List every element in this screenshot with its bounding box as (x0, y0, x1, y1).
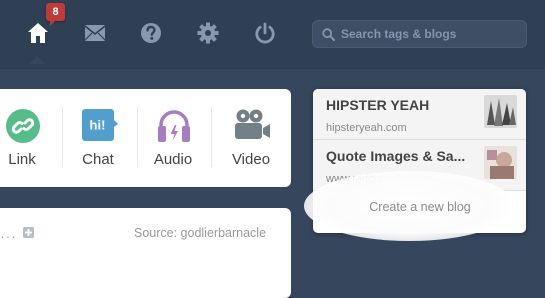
blog-url: hipsteryeah.com (326, 122, 407, 134)
video-camera-icon (235, 109, 270, 139)
link-icon (6, 109, 40, 143)
headphones-icon (158, 110, 190, 142)
gear-icon[interactable] (197, 22, 219, 44)
post-type-label: Chat (82, 151, 114, 168)
blog-item[interactable]: HIPSTER YEAH hipsteryeah.com (313, 89, 526, 140)
plus-icon[interactable] (23, 227, 34, 238)
divider (211, 107, 212, 167)
chat-icon: hi! (82, 109, 118, 141)
post-type-label: Link (8, 151, 36, 168)
chat-icon-glyph: hi! (90, 118, 106, 133)
mail-icon[interactable] (84, 24, 106, 42)
blog-title: HIPSTER YEAH (326, 97, 430, 113)
post-type-chat[interactable]: hi! Chat (62, 89, 134, 187)
power-icon[interactable] (254, 22, 276, 44)
post-source[interactable]: Source: godlierbarnacle (134, 226, 266, 240)
notification-badge[interactable]: 8 (46, 3, 65, 26)
post-type-link[interactable]: Link (0, 89, 58, 187)
create-new-blog-link[interactable]: Create a new blog (320, 200, 520, 214)
post-card: ··· Source: godlierbarnacle (0, 208, 291, 298)
top-navigation: 8 (0, 0, 545, 69)
search-input[interactable] (341, 24, 521, 44)
blog-avatar (484, 95, 517, 128)
search-box[interactable] (312, 20, 527, 48)
post-type-video[interactable]: Video (215, 89, 287, 187)
post-type-label: Audio (153, 151, 193, 168)
post-type-bar: Link hi! Chat Audio Video (0, 89, 291, 187)
search-icon (322, 28, 335, 41)
post-controls-dots[interactable]: ··· (0, 228, 17, 244)
post-type-label: Video (231, 151, 271, 168)
home-icon[interactable] (27, 22, 49, 44)
active-nav-caret (29, 56, 45, 64)
blog-title: Quote Images & Sa... (326, 148, 466, 164)
help-icon[interactable] (140, 22, 162, 44)
post-type-audio[interactable]: Audio (137, 89, 209, 187)
blog-avatar (484, 146, 517, 179)
